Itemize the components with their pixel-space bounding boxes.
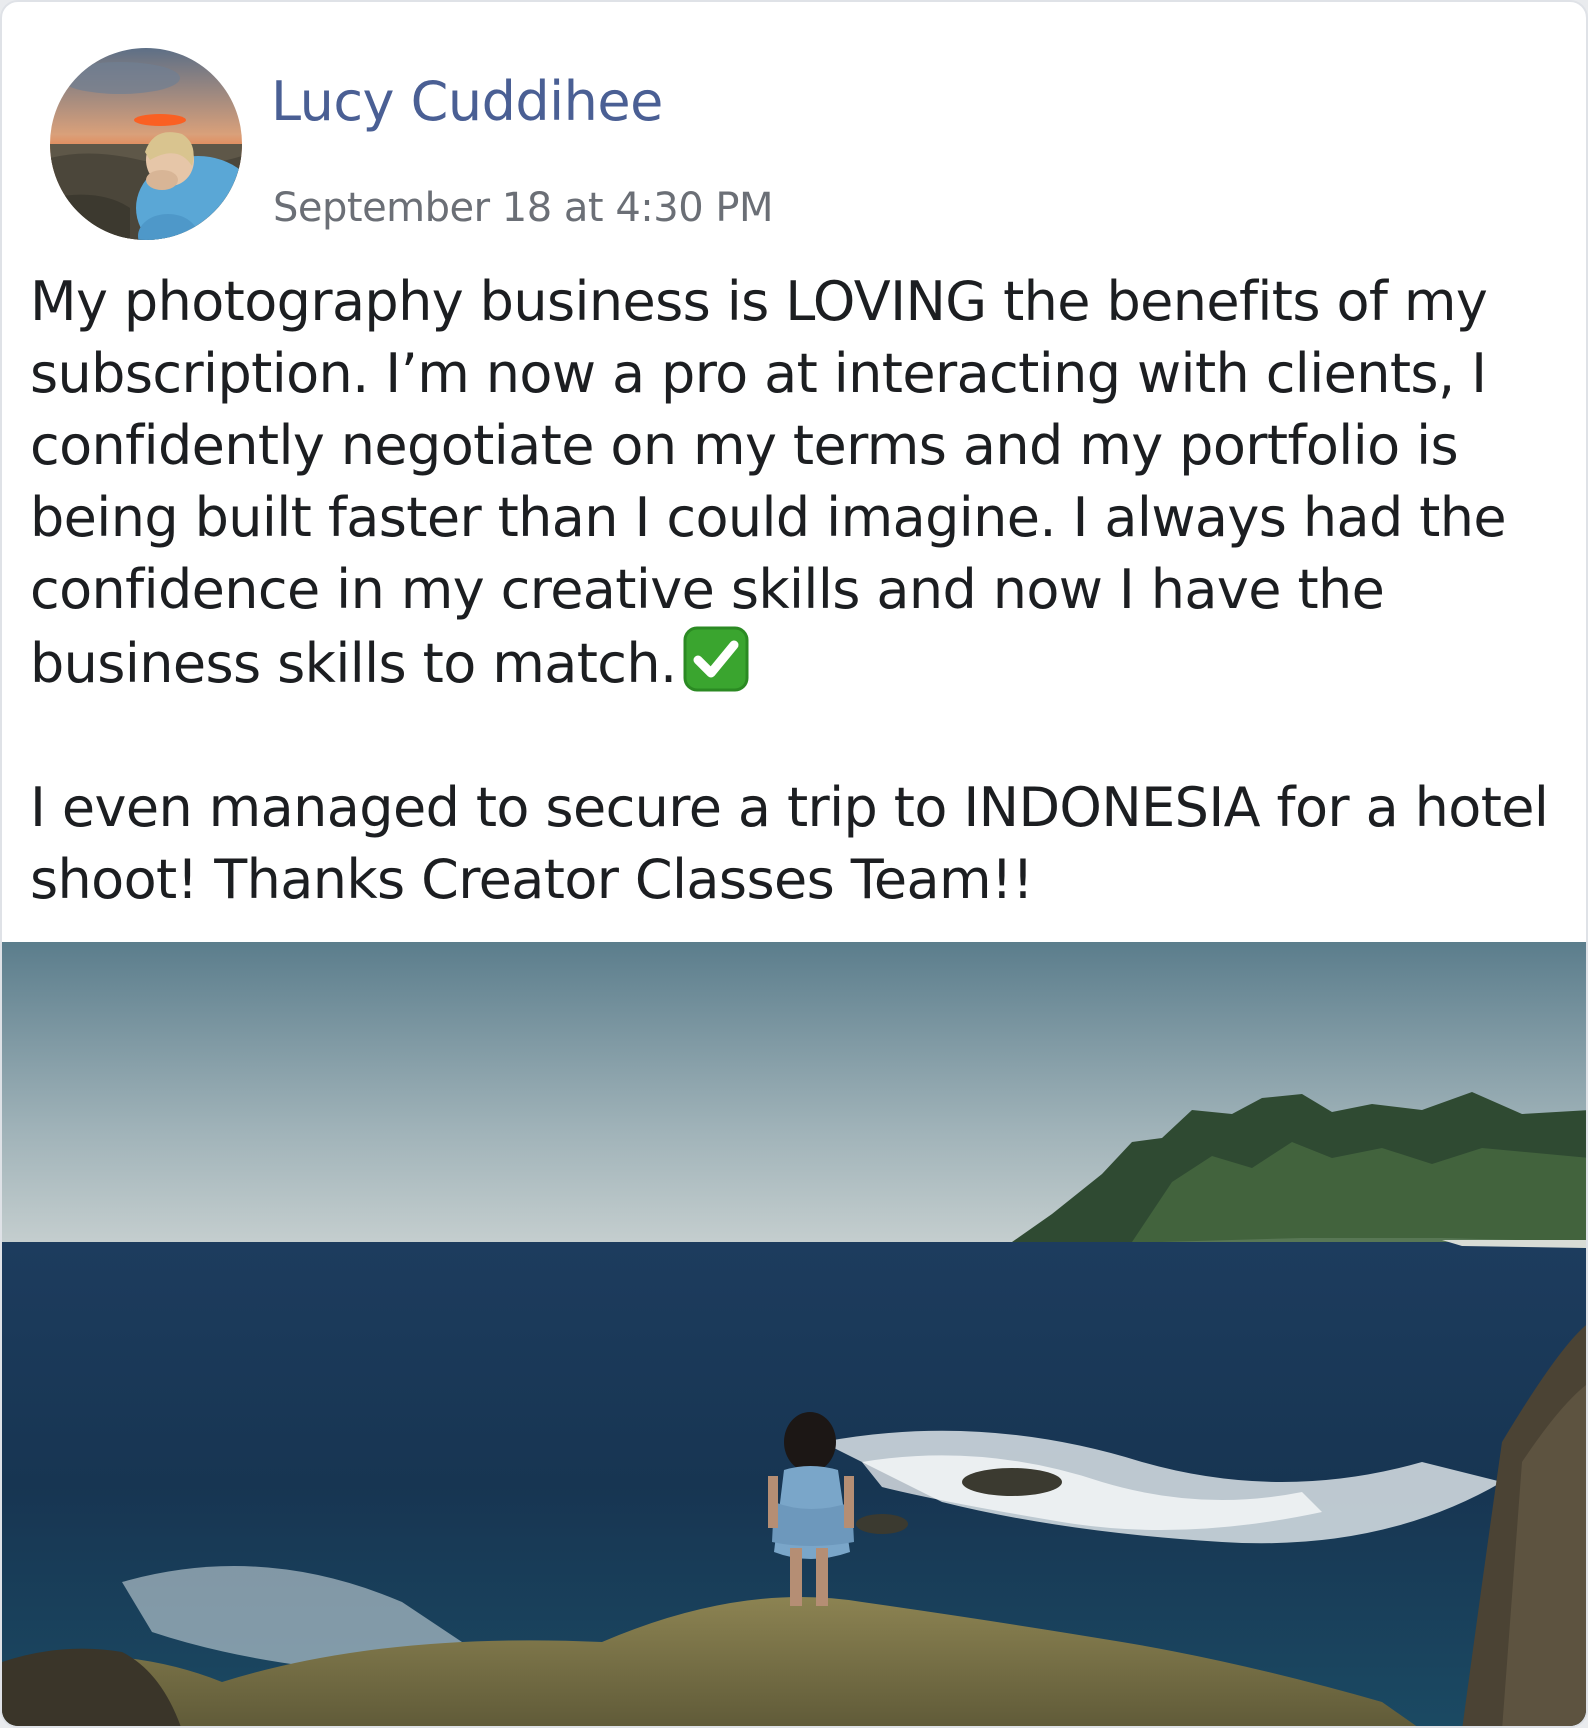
post-header: Lucy Cuddihee September 18 at 4:30 PM	[50, 48, 1050, 240]
ocean-cliff-photo	[2, 942, 1586, 1726]
avatar[interactable]	[50, 48, 242, 240]
post-paragraph: I even managed to secure a trip to INDON…	[30, 772, 1550, 916]
post-paragraph-text: My photography business is LOVING the be…	[30, 270, 1507, 695]
post-paragraph: My photography business is LOVING the be…	[30, 266, 1550, 700]
avatar-photo	[50, 48, 242, 240]
white-check-mark-icon	[683, 626, 749, 692]
post-paragraph-text: I even managed to secure a trip to INDON…	[30, 776, 1549, 911]
post-photo[interactable]	[2, 942, 1586, 1726]
post-card: Lucy Cuddihee September 18 at 4:30 PM My…	[0, 0, 1588, 1728]
author-name[interactable]: Lucy Cuddihee	[271, 70, 663, 135]
post-timestamp[interactable]: September 18 at 4:30 PM	[273, 184, 774, 232]
post-body: My photography business is LOVING the be…	[30, 266, 1550, 916]
